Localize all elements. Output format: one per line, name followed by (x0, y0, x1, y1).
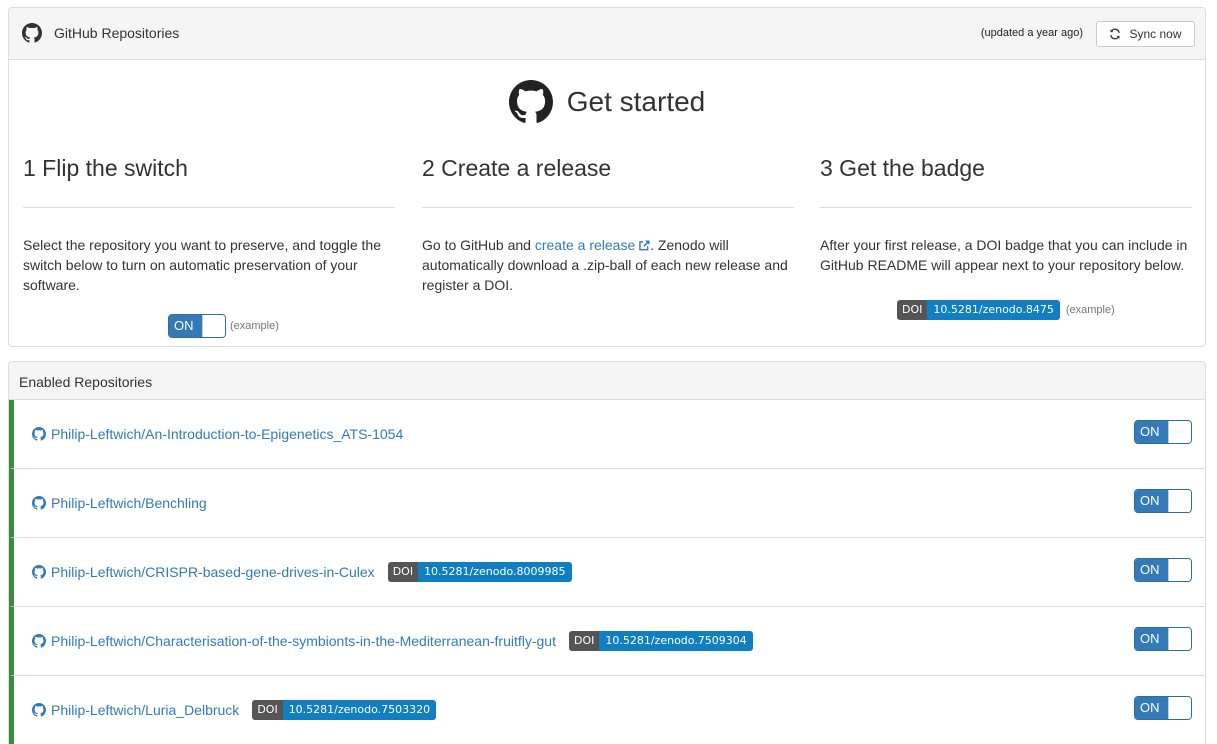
doi-badge-value: 10.5281/zenodo.8475 (927, 300, 1060, 320)
repo-link[interactable]: Philip-Leftwich/Benchling (51, 495, 207, 511)
divider (422, 207, 794, 208)
github-icon (508, 80, 553, 123)
repo-row: Philip-Leftwich/Luria_Delbruck DOI 10.52… (9, 676, 1205, 744)
step-text: After your first release, a DOI badge th… (820, 237, 1188, 273)
doi-badge-value: 10.5281/zenodo.7503320 (282, 700, 437, 720)
step-text-before: Go to GitHub and (422, 237, 535, 253)
step-text: Go to GitHub and create a release . Zeno… (422, 235, 794, 295)
panel-title: GitHub Repositories (54, 25, 180, 41)
doi-badge-key: DOI (897, 300, 928, 320)
repo-enable-toggle[interactable]: ON (1134, 696, 1192, 720)
repo-enable-toggle[interactable]: ON (1134, 420, 1192, 444)
example-on-toggle[interactable]: ON (168, 314, 226, 338)
github-icon (32, 496, 46, 510)
repo-row: Philip-Leftwich/An-Introduction-to-Epige… (9, 400, 1205, 469)
toggle-on-label: ON (1135, 628, 1168, 650)
get-started-heading: Get started (9, 80, 1205, 124)
toggle-knob (1168, 421, 1191, 443)
example-toggle: ON (example) (168, 314, 279, 338)
toggle-knob (1168, 490, 1191, 512)
divider (23, 207, 395, 208)
toggle-on-label: ON (1135, 421, 1168, 443)
step-text: Select the repository you want to preser… (23, 237, 381, 293)
example-badge: DOI 10.5281/zenodo.8475 (example) (897, 300, 1115, 320)
repo-link[interactable]: Philip-Leftwich/Characterisation-of-the-… (51, 633, 556, 649)
toggle-on-label: ON (1135, 559, 1168, 581)
get-started-panel: GitHub Repositories (updated a year ago)… (8, 7, 1206, 347)
step-title: 1 Flip the switch (23, 155, 188, 181)
toggle-knob (202, 315, 225, 337)
github-icon (32, 703, 46, 717)
doi-badge-key: DOI (252, 700, 283, 720)
external-link-icon (639, 240, 650, 251)
github-icon (32, 427, 46, 441)
panel-header: GitHub Repositories (updated a year ago)… (9, 8, 1205, 60)
doi-badge-key: DOI (568, 631, 600, 651)
enabled-repositories-header: Enabled Repositories (9, 362, 1205, 400)
toggle-knob (1168, 559, 1191, 581)
toggle-knob (1168, 697, 1191, 719)
divider (820, 207, 1192, 208)
sync-now-label: Sync now (1129, 27, 1182, 41)
doi-badge-value: 10.5281/zenodo.8009985 (418, 562, 572, 582)
sync-now-button[interactable]: Sync now (1096, 21, 1195, 47)
github-icon (32, 565, 46, 579)
repo-enable-toggle[interactable]: ON (1134, 627, 1192, 651)
step-flip-switch: 1 Flip the switch Select the repository … (23, 153, 395, 338)
github-icon (22, 23, 42, 43)
example-label: (example) (230, 320, 279, 332)
example-label: (example) (1065, 304, 1115, 316)
repo-link[interactable]: Philip-Leftwich/Luria_Delbruck (51, 702, 239, 718)
step-title: 2 Create a release (422, 155, 612, 181)
enabled-repositories-panel: Enabled Repositories Philip-Leftwich/An-… (8, 361, 1206, 744)
repo-enable-toggle[interactable]: ON (1134, 558, 1192, 582)
step-title: 3 Get the badge (820, 155, 985, 181)
doi-badge[interactable]: DOI 10.5281/zenodo.7503320 (252, 700, 437, 720)
get-started-title: Get started (566, 86, 706, 117)
repo-row: Philip-Leftwich/Benchling ON (9, 469, 1205, 538)
create-release-link-text: create a release (534, 237, 636, 253)
repo-enable-toggle[interactable]: ON (1134, 489, 1192, 513)
create-release-link[interactable]: create a release (535, 237, 650, 253)
doi-badge[interactable]: DOI 10.5281/zenodo.8475 (897, 300, 1060, 320)
doi-badge-value: 10.5281/zenodo.7509304 (599, 631, 753, 651)
toggle-knob (1168, 628, 1191, 650)
github-icon (32, 634, 46, 648)
doi-badge[interactable]: DOI 10.5281/zenodo.8009985 (387, 562, 572, 582)
repo-link[interactable]: Philip-Leftwich/CRISPR-based-gene-drives… (51, 564, 375, 580)
sync-icon (1110, 28, 1121, 40)
repo-row: Philip-Leftwich/CRISPR-based-gene-drives… (9, 538, 1205, 607)
step-create-release: 2 Create a release Go to GitHub and crea… (422, 153, 794, 295)
doi-badge-key: DOI (387, 562, 419, 582)
updated-text: (updated a year ago) (980, 27, 1083, 39)
repo-row: Philip-Leftwich/Characterisation-of-the-… (9, 607, 1205, 676)
doi-badge[interactable]: DOI 10.5281/zenodo.7509304 (568, 631, 753, 651)
step-get-badge: 3 Get the badge After your first release… (820, 153, 1192, 320)
toggle-on-label: ON (169, 315, 202, 337)
repo-link[interactable]: Philip-Leftwich/An-Introduction-to-Epige… (51, 426, 403, 442)
toggle-on-label: ON (1135, 490, 1168, 512)
toggle-on-label: ON (1135, 697, 1168, 719)
